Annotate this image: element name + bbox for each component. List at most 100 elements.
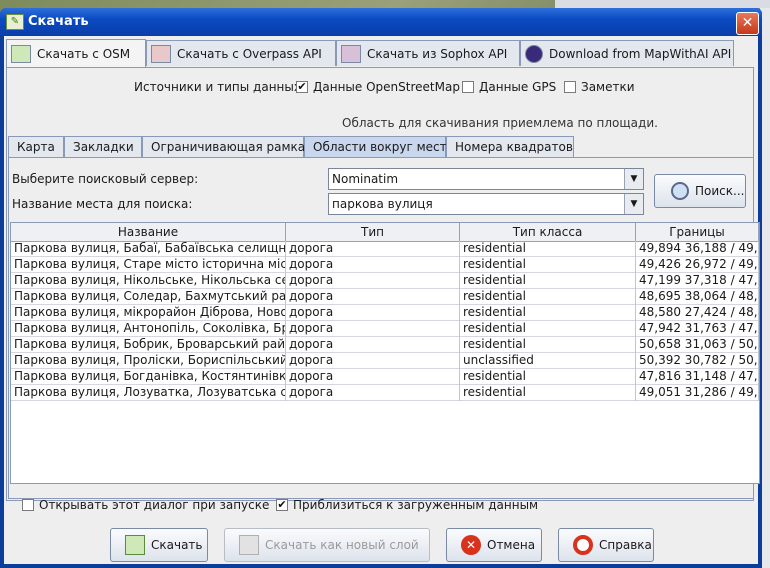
open-on-start-checkbox[interactable]: Открывать этот диалог при запуске: [22, 498, 269, 512]
table-cell: residential: [460, 305, 636, 321]
zoom-to-data-checkbox[interactable]: ✔ Приблизиться к загруженным данным: [276, 498, 538, 512]
button-label: Скачать как новый слой: [265, 538, 419, 552]
table-cell: дорога: [286, 321, 460, 337]
button-label: Отмена: [487, 538, 536, 552]
table-row[interactable]: Паркова вулиця, Антонопіль, Соколівка, Б…: [11, 321, 759, 337]
download-new-layer-button[interactable]: Скачать как новый слой: [224, 528, 430, 562]
table-row[interactable]: Паркова вулиця, мікрорайон Діброва, Ново…: [11, 305, 759, 321]
table-row[interactable]: Паркова вулиця, Проліски, Бориспільський…: [11, 353, 759, 369]
table-row[interactable]: Паркова вулиця, Старе місто історична мі…: [11, 257, 759, 273]
table-cell: 49,426 26,972 / 49,...: [636, 257, 759, 273]
table-row[interactable]: Паркова вулиця, Бабаї, Бабаївська селищн…: [11, 241, 759, 257]
button-label: Поиск...: [695, 184, 745, 198]
table-header: Название Тип Тип класса Границы: [11, 223, 759, 242]
checkbox-box: [22, 499, 34, 511]
server-value: Nominatim: [332, 172, 399, 186]
checkbox-label: Приблизиться к загруженным данным: [293, 498, 539, 512]
tab-bookmarks[interactable]: Закладки: [64, 136, 142, 157]
table-cell: Паркова вулиця, Бобрик, Броварський рай.…: [11, 337, 286, 353]
tab-download-osm[interactable]: Скачать с OSM: [6, 39, 146, 67]
chevron-down-icon[interactable]: ▼: [624, 194, 643, 214]
table-cell: дорога: [286, 385, 460, 401]
table-cell: Паркова вулиця, Проліски, Бориспільський…: [11, 353, 286, 369]
tab-download-mapwithai[interactable]: Download from MapWithAI API: [520, 40, 734, 66]
chevron-down-icon[interactable]: ▼: [624, 169, 643, 189]
table-cell: 49,051 31,286 / 49,...: [636, 385, 759, 401]
checkbox-label: Данные GPS: [479, 80, 557, 94]
server-select[interactable]: Nominatim ▼: [328, 168, 644, 190]
table-cell: residential: [460, 257, 636, 273]
table-cell: дорога: [286, 257, 460, 273]
table-cell: дорога: [286, 369, 460, 385]
table-cell: residential: [460, 273, 636, 289]
table-cell: Паркова вулиця, Нікольське, Нікольська с…: [11, 273, 286, 289]
tab-label: Скачать с OSM: [37, 46, 131, 61]
tab-download-sophox[interactable]: Скачать из Sophox API: [336, 40, 520, 66]
column-header-type[interactable]: Тип: [286, 223, 460, 241]
table-cell: residential: [460, 369, 636, 385]
sources-label: Источники и типы данных:: [134, 80, 305, 94]
window-title: Скачать: [28, 14, 89, 29]
title-bar[interactable]: ✎ Скачать ✕: [0, 8, 762, 36]
place-value: паркова вулиця: [332, 197, 433, 211]
tab-label: Download from MapWithAI API: [549, 46, 732, 61]
notes-checkbox[interactable]: Заметки: [564, 80, 635, 94]
checkbox-box: ✔: [276, 498, 288, 511]
table-row[interactable]: Паркова вулиця, Нікольське, Нікольська с…: [11, 273, 759, 289]
table-cell: Паркова вулиця, Бабаї, Бабаївська селищн…: [11, 241, 286, 257]
table-cell: дорога: [286, 289, 460, 305]
button-label: Справка: [599, 538, 652, 552]
button-label: Скачать: [151, 538, 203, 552]
table-cell: 50,392 30,782 / 50,...: [636, 353, 759, 369]
table-cell: unclassified: [460, 353, 636, 369]
tab-label: Скачать из Sophox API: [367, 46, 508, 61]
table-cell: дорога: [286, 337, 460, 353]
column-header-bounds[interactable]: Границы: [636, 223, 759, 241]
table-cell: Паркова вулиця, Соледар, Бахмутський рай…: [11, 289, 286, 305]
search-button[interactable]: Поиск...: [654, 174, 746, 208]
table-row[interactable]: Паркова вулиця, Богданівка, Костянтинівк…: [11, 369, 759, 385]
tab-download-overpass[interactable]: Скачать с Overpass API: [146, 40, 336, 66]
table-cell: 47,199 37,318 / 47,...: [636, 273, 759, 289]
download-dialog: ✎ Скачать ✕ Скачать с OSM Скачать с Over…: [0, 8, 762, 568]
close-button[interactable]: ✕: [736, 12, 759, 35]
column-header-name[interactable]: Название: [11, 223, 286, 241]
gps-data-checkbox[interactable]: Данные GPS: [462, 80, 556, 94]
help-icon: [573, 535, 593, 555]
table-cell: 47,816 31,148 / 47,...: [636, 369, 759, 385]
cancel-icon: ✕: [461, 535, 481, 555]
sources-row: Источники и типы данных: ✔ Данные OpenSt…: [4, 80, 752, 100]
table-cell: дорога: [286, 273, 460, 289]
dialog-body: Скачать с OSM Скачать с Overpass API Ска…: [4, 36, 760, 564]
results-table: Название Тип Тип класса Границы Паркова …: [10, 222, 760, 484]
tab-tile-numbers[interactable]: Номера квадратов: [446, 136, 574, 157]
search-icon: [671, 182, 689, 200]
table-row[interactable]: Паркова вулиця, Лозуватка, Лозуватська с…: [11, 385, 759, 401]
tab-bounding-box[interactable]: Ограничивающая рамка: [142, 136, 305, 157]
cancel-button[interactable]: ✕ Отмена: [446, 528, 542, 562]
table-cell: 50,658 31,063 / 50,...: [636, 337, 759, 353]
table-cell: residential: [460, 241, 636, 257]
checkbox-box: ✔: [296, 80, 308, 93]
tab-areas-around-places[interactable]: Области вокруг мест: [304, 136, 447, 157]
tab-map[interactable]: Карта: [8, 136, 64, 157]
table-cell: 48,580 27,424 / 48,...: [636, 305, 759, 321]
table-cell: 49,894 36,188 / 49,...: [636, 241, 759, 257]
place-search-input[interactable]: паркова вулиця ▼: [328, 193, 644, 215]
table-cell: дорога: [286, 353, 460, 369]
help-button[interactable]: Справка: [558, 528, 654, 562]
overpass-icon: [151, 44, 171, 63]
column-header-class[interactable]: Тип класса: [460, 223, 636, 241]
table-row[interactable]: Паркова вулиця, Соледар, Бахмутський рай…: [11, 289, 759, 305]
sophox-icon: [341, 44, 361, 63]
checkbox-label: Заметки: [581, 80, 635, 94]
table-row[interactable]: Паркова вулиця, Бобрик, Броварський рай.…: [11, 337, 759, 353]
table-cell: residential: [460, 337, 636, 353]
mapwithai-icon: [525, 44, 543, 63]
server-label: Выберите поисковый сервер:: [12, 172, 199, 186]
table-cell: 47,942 31,763 / 47,...: [636, 321, 759, 337]
area-size-note: Область для скачивания приемлема по площ…: [342, 116, 658, 130]
table-cell: дорога: [286, 241, 460, 257]
osm-data-checkbox[interactable]: ✔ Данные OpenStreetMap: [296, 80, 460, 94]
download-button[interactable]: Скачать: [110, 528, 208, 562]
